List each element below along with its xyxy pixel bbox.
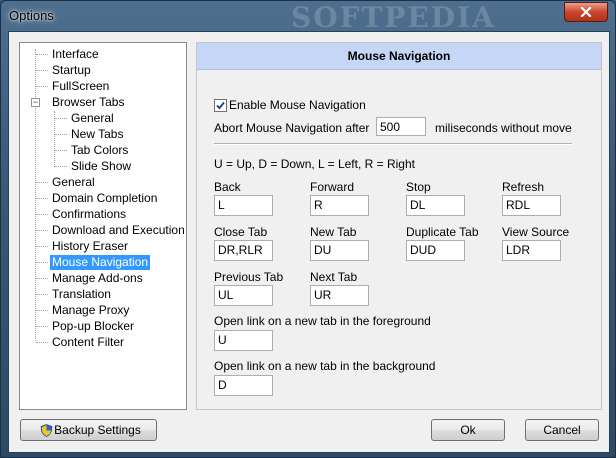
tree-connector bbox=[36, 230, 48, 231]
tree-connector bbox=[36, 310, 48, 311]
tree-connector bbox=[36, 278, 48, 279]
panel-title: Mouse Navigation bbox=[197, 43, 601, 70]
forward-gesture-input[interactable]: R bbox=[310, 195, 369, 216]
tree-connector bbox=[36, 182, 48, 183]
close-button[interactable] bbox=[564, 2, 608, 22]
cancel-button[interactable]: Cancel bbox=[525, 419, 599, 441]
direction-legend: U = Up, D = Down, L = Left, R = Right bbox=[214, 157, 415, 171]
options-window: Options SOFTPEDIA − Interface Startup Fu… bbox=[0, 0, 616, 458]
tree-connector bbox=[36, 294, 48, 295]
close-tab-label: Close Tab bbox=[214, 225, 268, 239]
close-tab-gesture-input[interactable]: DR,RLR bbox=[214, 240, 273, 261]
tree-connector bbox=[54, 111, 55, 167]
close-icon bbox=[580, 7, 592, 17]
tree-item-mouse-navigation[interactable]: Mouse Navigation bbox=[50, 255, 151, 270]
tree-item-interface[interactable]: Interface bbox=[50, 47, 101, 62]
tree-connector bbox=[36, 262, 48, 263]
tree-item-domain-completion[interactable]: Domain Completion bbox=[50, 191, 159, 206]
separator bbox=[214, 143, 572, 145]
tree-item-content-filter[interactable]: Content Filter bbox=[50, 335, 126, 350]
tree-connector bbox=[36, 214, 48, 215]
tree-item-startup[interactable]: Startup bbox=[50, 63, 93, 78]
tree-item-manage-addons[interactable]: Manage Add-ons bbox=[50, 271, 145, 286]
forward-label: Forward bbox=[310, 180, 355, 194]
tree-item-download-execution[interactable]: Download and Execution bbox=[50, 223, 186, 238]
collapse-toggle[interactable]: − bbox=[31, 98, 40, 107]
title-bar[interactable]: Options SOFTPEDIA bbox=[1, 1, 615, 34]
tree-connector bbox=[36, 54, 48, 55]
tree-item-history-eraser[interactable]: History Eraser bbox=[50, 239, 130, 254]
tree-item-popup-blocker[interactable]: Pop-up Blocker bbox=[50, 319, 136, 334]
back-gesture-input[interactable]: L bbox=[214, 195, 273, 216]
tree-connector bbox=[36, 70, 48, 71]
tree-connector bbox=[36, 246, 48, 247]
tree-connector bbox=[36, 342, 48, 343]
back-label: Back bbox=[214, 180, 241, 194]
new-tab-gesture-input[interactable]: DU bbox=[310, 240, 369, 261]
window-title: Options bbox=[9, 8, 54, 23]
tree-item-fullscreen[interactable]: FullScreen bbox=[50, 79, 111, 94]
enable-mouse-navigation-checkbox[interactable] bbox=[214, 99, 227, 112]
tree-connector bbox=[55, 118, 67, 119]
checkmark-icon bbox=[216, 101, 225, 110]
stop-gesture-input[interactable]: DL bbox=[406, 195, 465, 216]
tree-connector bbox=[36, 326, 48, 327]
abort-label: Abort Mouse Navigation after bbox=[214, 121, 370, 135]
tree-item-general[interactable]: General bbox=[50, 175, 97, 190]
watermark: SOFTPEDIA bbox=[291, 1, 496, 34]
next-tab-gesture-input[interactable]: UR bbox=[310, 285, 369, 306]
previous-tab-gesture-input[interactable]: UL bbox=[214, 285, 273, 306]
next-tab-label: Next Tab bbox=[310, 270, 358, 284]
backup-settings-label: Backup Settings bbox=[54, 423, 141, 437]
settings-panel: Mouse Navigation Enable Mouse Navigation… bbox=[196, 42, 602, 410]
duplicate-tab-label: Duplicate Tab bbox=[406, 225, 479, 239]
tree-item-new-tabs[interactable]: New Tabs bbox=[69, 127, 125, 142]
refresh-label: Refresh bbox=[502, 180, 545, 194]
abort-timeout-input[interactable]: 500 bbox=[376, 117, 426, 136]
tree-item-confirmations[interactable]: Confirmations bbox=[50, 207, 128, 222]
tree-item-slide-show[interactable]: Slide Show bbox=[69, 159, 133, 174]
ok-button[interactable]: Ok bbox=[431, 419, 505, 441]
new-tab-label: New Tab bbox=[310, 225, 357, 239]
background-link-label: Open link on a new tab in the background bbox=[214, 359, 436, 373]
dialog-body: − Interface Startup FullScreen Browser T… bbox=[8, 31, 610, 453]
options-tree[interactable]: − Interface Startup FullScreen Browser T… bbox=[19, 42, 187, 410]
backup-settings-button[interactable]: Backup Settings bbox=[20, 419, 157, 441]
tree-connector bbox=[36, 86, 48, 87]
tree-connector bbox=[55, 134, 67, 135]
foreground-link-label: Open link on a new tab in the foreground bbox=[214, 314, 431, 328]
foreground-link-gesture-input[interactable]: U bbox=[214, 330, 273, 351]
previous-tab-label: Previous Tab bbox=[214, 270, 284, 284]
enable-mouse-navigation-label[interactable]: Enable Mouse Navigation bbox=[229, 98, 366, 112]
duplicate-tab-gesture-input[interactable]: DUD bbox=[406, 240, 465, 261]
tree-item-translation[interactable]: Translation bbox=[50, 287, 113, 302]
tree-connector bbox=[35, 49, 36, 341]
tree-connector bbox=[55, 166, 67, 167]
refresh-gesture-input[interactable]: RDL bbox=[502, 195, 561, 216]
stop-label: Stop bbox=[406, 180, 431, 194]
shield-icon bbox=[40, 424, 53, 437]
view-source-label: View Source bbox=[502, 225, 570, 239]
tree-connector bbox=[55, 150, 67, 151]
abort-suffix-label: miliseconds without move bbox=[435, 121, 572, 135]
tree-item-tabs-general[interactable]: General bbox=[69, 111, 116, 126]
tree-connector bbox=[36, 198, 48, 199]
tree-item-manage-proxy[interactable]: Manage Proxy bbox=[50, 303, 131, 318]
tree-item-browser-tabs[interactable]: Browser Tabs bbox=[50, 95, 126, 110]
background-link-gesture-input[interactable]: D bbox=[214, 375, 273, 396]
tree-item-tab-colors[interactable]: Tab Colors bbox=[69, 143, 130, 158]
view-source-gesture-input[interactable]: LDR bbox=[502, 240, 561, 261]
